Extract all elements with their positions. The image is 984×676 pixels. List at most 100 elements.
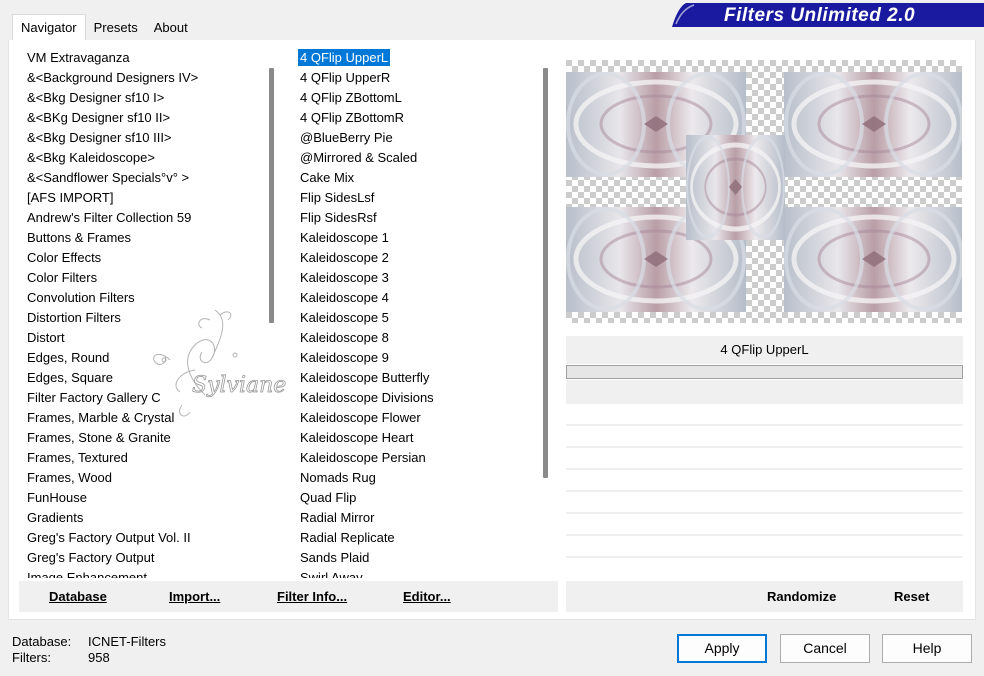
filter-info-button[interactable]: Filter Info... bbox=[277, 589, 347, 604]
randomize-button[interactable]: Randomize bbox=[767, 589, 836, 604]
category-item[interactable]: Distortion Filters bbox=[19, 308, 261, 328]
filter-item-label: @Mirrored & Scaled bbox=[300, 150, 418, 165]
filter-item[interactable]: @BlueBerry Pie bbox=[290, 128, 536, 148]
filter-item[interactable]: Kaleidoscope Butterfly bbox=[290, 368, 536, 388]
filter-item[interactable]: Kaleidoscope 9 bbox=[290, 348, 536, 368]
import-button[interactable]: Import... bbox=[169, 589, 220, 604]
filter-item[interactable]: 4 QFlip ZBottomL bbox=[290, 88, 536, 108]
filter-item-label: Kaleidoscope 4 bbox=[300, 290, 389, 305]
category-item[interactable]: Frames, Wood bbox=[19, 468, 261, 488]
category-item[interactable]: Greg's Factory Output bbox=[19, 548, 261, 568]
preview-image bbox=[566, 60, 962, 323]
filter-item-label: Kaleidoscope Flower bbox=[300, 410, 421, 425]
filter-scroll-thumb[interactable] bbox=[543, 68, 548, 478]
category-item[interactable]: Distort bbox=[19, 328, 261, 348]
category-item[interactable]: Edges, Round bbox=[19, 348, 261, 368]
reset-button[interactable]: Reset bbox=[894, 589, 929, 604]
filter-item-label: 4 QFlip UpperR bbox=[300, 70, 391, 85]
category-item[interactable]: Edges, Square bbox=[19, 368, 261, 388]
preview-button-bar: Randomize Reset bbox=[566, 581, 963, 612]
filter-item[interactable]: Kaleidoscope Heart bbox=[290, 428, 536, 448]
navigator-button-bar: Database Import... Filter Info... Editor… bbox=[19, 581, 558, 612]
filters-value: 958 bbox=[88, 650, 110, 665]
category-scroll-thumb[interactable] bbox=[269, 68, 274, 323]
filter-item[interactable]: Quad Flip bbox=[290, 488, 536, 508]
category-item[interactable]: Image Enhancement bbox=[19, 568, 261, 578]
category-item[interactable]: Andrew's Filter Collection 59 bbox=[19, 208, 261, 228]
tab-navigator[interactable]: Navigator bbox=[12, 14, 86, 40]
category-item[interactable]: &<Background Designers IV> bbox=[19, 68, 261, 88]
filter-item-label: Kaleidoscope 2 bbox=[300, 250, 389, 265]
filter-item[interactable]: Kaleidoscope 2 bbox=[290, 248, 536, 268]
parameter-row bbox=[566, 492, 963, 512]
filter-item[interactable]: Kaleidoscope Flower bbox=[290, 408, 536, 428]
parameter-row bbox=[566, 448, 963, 468]
category-item[interactable]: Frames, Marble & Crystal bbox=[19, 408, 261, 428]
parameter-row bbox=[566, 558, 963, 576]
filter-item[interactable]: Kaleidoscope 5 bbox=[290, 308, 536, 328]
filter-item-label: Kaleidoscope 1 bbox=[300, 230, 389, 245]
parameter-row bbox=[566, 404, 963, 424]
tab-strip: Navigator Presets About bbox=[12, 14, 196, 40]
apply-button[interactable]: Apply bbox=[677, 634, 767, 663]
category-item[interactable]: Frames, Textured bbox=[19, 448, 261, 468]
filter-item-label: Kaleidoscope 8 bbox=[300, 330, 389, 345]
filter-item[interactable]: Kaleidoscope 3 bbox=[290, 268, 536, 288]
tab-presets[interactable]: Presets bbox=[86, 16, 146, 40]
category-item[interactable]: Filter Factory Gallery C bbox=[19, 388, 261, 408]
filter-item[interactable]: Radial Mirror bbox=[290, 508, 536, 528]
parameter-area bbox=[566, 380, 963, 576]
category-item[interactable]: &<Bkg Kaleidoscope> bbox=[19, 148, 261, 168]
filter-item[interactable]: Sands Plaid bbox=[290, 548, 536, 568]
category-item[interactable]: Color Effects bbox=[19, 248, 261, 268]
progress-bar bbox=[566, 365, 963, 379]
category-item[interactable]: VM Extravaganza bbox=[19, 48, 261, 68]
filter-item-label: Kaleidoscope Persian bbox=[300, 450, 426, 465]
filter-list[interactable]: 4 QFlip UpperL 4 QFlip UpperR 4 QFlip ZBot… bbox=[290, 48, 536, 578]
filter-item-label: Kaleidoscope 9 bbox=[300, 350, 389, 365]
filter-item[interactable]: Kaleidoscope Divisions bbox=[290, 388, 536, 408]
filter-item[interactable]: Kaleidoscope 4 bbox=[290, 288, 536, 308]
parameter-row bbox=[566, 426, 963, 446]
filter-item[interactable]: Kaleidoscope 1 bbox=[290, 228, 536, 248]
category-scrollbar[interactable] bbox=[265, 48, 277, 578]
tab-about[interactable]: About bbox=[146, 16, 196, 40]
help-button[interactable]: Help bbox=[882, 634, 972, 663]
category-item[interactable]: Gradients bbox=[19, 508, 261, 528]
category-item[interactable]: Convolution Filters bbox=[19, 288, 261, 308]
database-value: ICNET-Filters bbox=[88, 634, 166, 649]
filter-item[interactable]: 4 QFlip UpperR bbox=[290, 68, 536, 88]
category-item[interactable]: Color Filters bbox=[19, 268, 261, 288]
filter-item-label: 4 QFlip ZBottomR bbox=[300, 110, 405, 125]
filter-item[interactable]: Swirl Away bbox=[290, 568, 536, 578]
filter-item[interactable]: Nomads Rug bbox=[290, 468, 536, 488]
filter-item[interactable]: Flip SidesLsf bbox=[290, 188, 536, 208]
category-list[interactable]: VM Extravaganza &<Background Designers IV… bbox=[19, 48, 261, 578]
category-item[interactable]: &<Bkg Designer sf10 III> bbox=[19, 128, 261, 148]
category-item[interactable]: &<Bkg Designer sf10 I> bbox=[19, 88, 261, 108]
filter-item[interactable]: 4 QFlip ZBottomR bbox=[290, 108, 536, 128]
cancel-button[interactable]: Cancel bbox=[780, 634, 870, 663]
filter-item[interactable]: Radial Replicate bbox=[290, 528, 536, 548]
filter-item-label: Kaleidoscope 3 bbox=[300, 270, 389, 285]
category-item[interactable]: Frames, Stone & Granite bbox=[19, 428, 261, 448]
category-item[interactable]: Greg's Factory Output Vol. II bbox=[19, 528, 261, 548]
category-item[interactable]: &<Sandflower Specials°v° > bbox=[19, 168, 261, 188]
filter-item-label: Kaleidoscope Divisions bbox=[300, 390, 434, 405]
category-item[interactable]: FunHouse bbox=[19, 488, 261, 508]
filter-item[interactable]: Kaleidoscope 8 bbox=[290, 328, 536, 348]
filter-item-label: Nomads Rug bbox=[300, 470, 376, 485]
editor-button[interactable]: Editor... bbox=[403, 589, 451, 604]
parameter-row bbox=[566, 470, 963, 490]
category-item[interactable]: &<BKg Designer sf10 II> bbox=[19, 108, 261, 128]
filter-item[interactable]: 4 QFlip UpperL bbox=[290, 48, 536, 68]
filter-scrollbar[interactable] bbox=[540, 48, 552, 578]
database-button[interactable]: Database bbox=[49, 589, 107, 604]
category-item[interactable]: [AFS IMPORT] bbox=[19, 188, 261, 208]
filter-item[interactable]: @Mirrored & Scaled bbox=[290, 148, 536, 168]
filter-item[interactable]: Flip SidesRsf bbox=[290, 208, 536, 228]
filter-item[interactable]: Kaleidoscope Persian bbox=[290, 448, 536, 468]
filter-item-label: Flip SidesRsf bbox=[300, 210, 377, 225]
filter-item[interactable]: Cake Mix bbox=[290, 168, 536, 188]
category-item[interactable]: Buttons & Frames bbox=[19, 228, 261, 248]
